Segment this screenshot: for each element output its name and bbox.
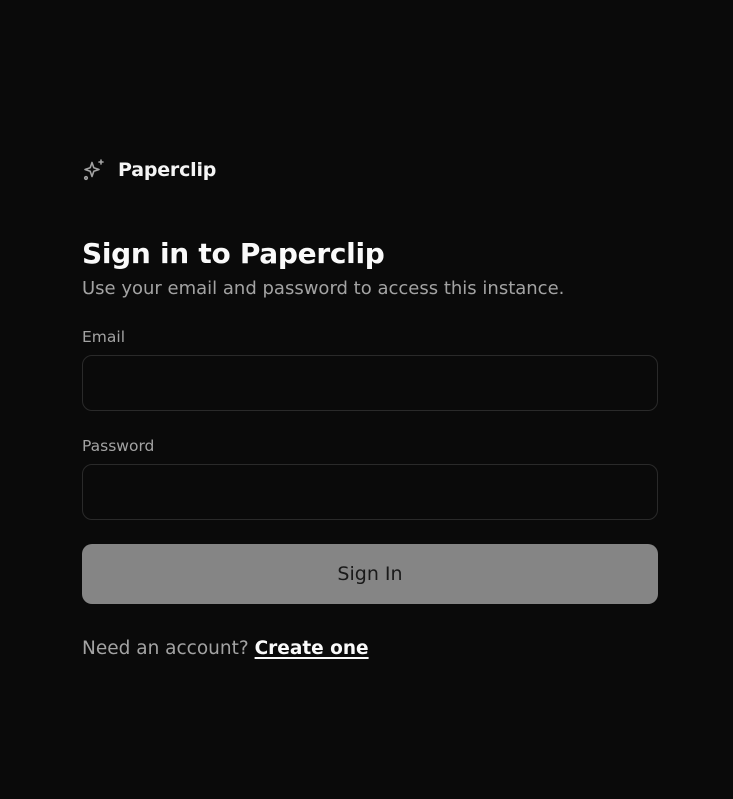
- sign-in-button[interactable]: Sign In: [82, 544, 658, 604]
- sign-in-page: Paperclip Sign in to Paperclip Use your …: [0, 0, 733, 799]
- create-account-link[interactable]: Create one: [255, 638, 369, 659]
- page-title: Sign in to Paperclip: [82, 237, 385, 270]
- brand: Paperclip: [82, 155, 658, 185]
- create-account-footer: Need an account? Create one: [82, 636, 658, 662]
- password-label: Password: [82, 437, 155, 455]
- create-account-prompt: Need an account?: [82, 638, 249, 659]
- sparkles-icon: [82, 158, 106, 182]
- brand-name: Paperclip: [118, 159, 217, 181]
- email-label: Email: [82, 328, 126, 346]
- email-field[interactable]: [82, 355, 658, 411]
- sign-in-panel: Paperclip Sign in to Paperclip Use your …: [82, 155, 658, 662]
- password-field[interactable]: [82, 464, 658, 520]
- page-subtitle: Use your email and password to access th…: [82, 278, 565, 299]
